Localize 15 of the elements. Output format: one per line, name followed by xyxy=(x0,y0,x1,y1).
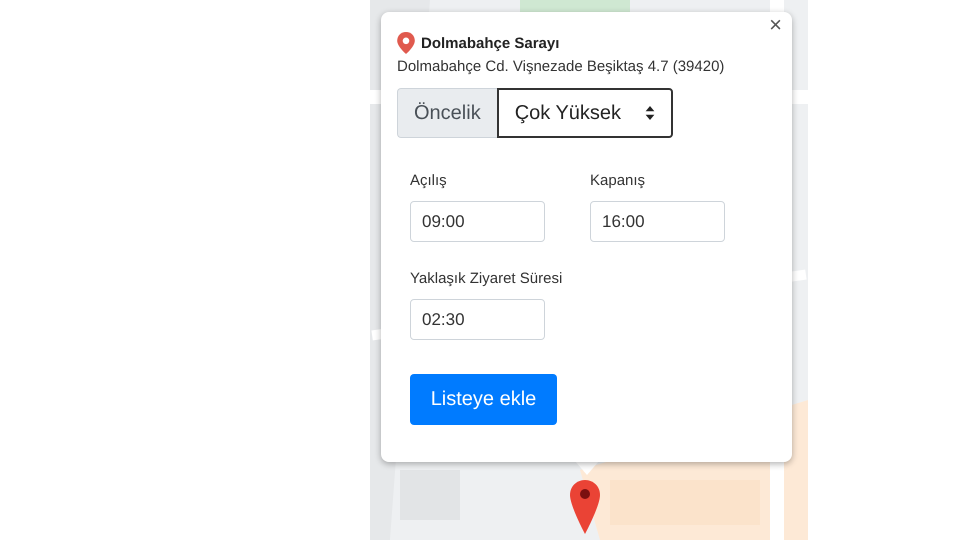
priority-label: Öncelik xyxy=(397,88,497,138)
input-field[interactable]: 16:00 xyxy=(590,201,725,242)
close-button[interactable]: × xyxy=(765,14,786,36)
field-label: Açılış xyxy=(410,172,448,189)
place-name: Dolmabahçe Sarayı xyxy=(421,34,560,52)
place-address: Dolmabahçe Cd. Vişnezade Beşiktaş 4.7 (39420) xyxy=(397,58,724,75)
input-field[interactable]: 09:00 xyxy=(410,201,545,242)
field-label: Kapanış xyxy=(590,172,646,189)
input-field[interactable]: 02:30 xyxy=(410,299,545,340)
location-pin-icon xyxy=(397,32,415,54)
add-to-list-button[interactable]: Listeye ekle xyxy=(410,374,557,425)
priority-select[interactable]: Çok Yüksek xyxy=(496,88,673,138)
field-label: Yaklaşık Ziyaret Süresi xyxy=(410,270,564,287)
sort-caret-icon xyxy=(644,106,655,120)
map-pin-icon[interactable] xyxy=(570,480,600,534)
